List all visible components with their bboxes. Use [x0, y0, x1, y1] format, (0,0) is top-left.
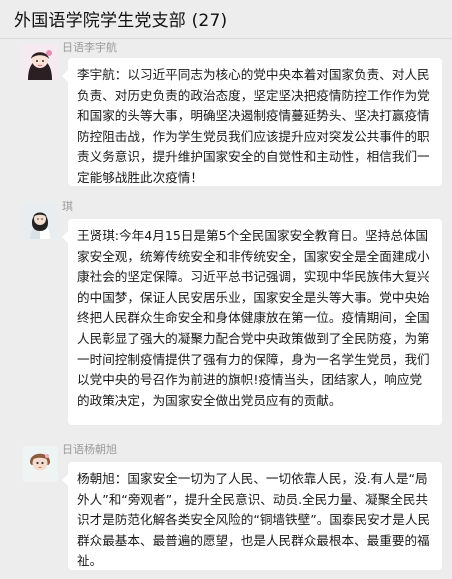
sender-name: 日语李宇航 — [62, 41, 117, 54]
message-text: 李宇航：以习近平同志为核心的党中央本着对国家负责、对人民负责、对历史负责的政治态… — [77, 67, 430, 185]
message-bubble[interactable]: 杨朝旭：国家安全一切为了人民、一切依靠人民，没.有人是“局外人”和“旁观者”，提… — [62, 462, 442, 570]
message-bubble[interactable]: 李宇航：以习近平同志为核心的党中央本着对国家负责、对人民负责、对历史负责的政治态… — [62, 58, 442, 186]
group-title[interactable]: 外国语学院学生党支部 (27) — [14, 6, 227, 31]
chat-header: 外国语学院学生党支部 (27) — [0, 0, 452, 39]
message-text: 王贤琪:今年4月15日是第5个全民国家安全教育日。坚持总体国家安全观，统筹传统安… — [77, 228, 430, 408]
sender-name: 琪 — [62, 200, 73, 213]
girl-cartoon-avatar-icon[interactable] — [22, 44, 58, 80]
message-text: 杨朝旭：国家安全一切为了人民、一切依靠人民，没.有人是“局外人”和“旁观者”，提… — [77, 471, 431, 569]
girl-portrait-avatar-icon[interactable] — [22, 203, 58, 239]
child-photo-avatar-icon[interactable] — [22, 446, 58, 482]
sender-name: 日语杨朝旭 — [62, 443, 117, 456]
message-bubble[interactable]: 王贤琪:今年4月15日是第5个全民国家安全教育日。坚持总体国家安全观，统筹传统安… — [62, 219, 442, 425]
